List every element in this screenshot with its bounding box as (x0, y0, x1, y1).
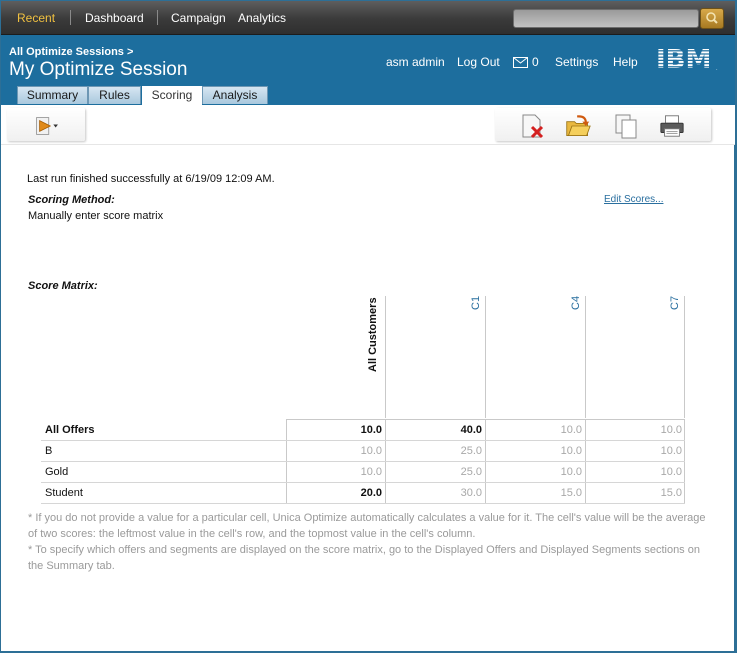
row-label-b[interactable]: B (45, 445, 52, 457)
print-icon[interactable] (659, 113, 685, 139)
nav-analytics[interactable]: Analytics (238, 11, 286, 25)
breadcrumb[interactable]: All Optimize Sessions > (9, 46, 133, 58)
row-label-all-offers[interactable]: All Offers (45, 424, 95, 436)
score-cell[interactable]: 25.0 (386, 445, 482, 457)
search-button[interactable] (700, 8, 724, 29)
score-cell[interactable]: 10.0 (586, 445, 682, 457)
settings-link[interactable]: Settings (555, 55, 598, 69)
nav-recent[interactable]: Recent (17, 11, 55, 25)
nav-separator (70, 10, 71, 25)
delete-document-icon[interactable] (519, 113, 545, 139)
score-cell[interactable]: 10.0 (286, 466, 382, 478)
run-toolbar-group (7, 108, 85, 141)
row-divider (41, 440, 685, 441)
copy-icon[interactable] (613, 113, 639, 139)
nav-dashboard[interactable]: Dashboard (85, 11, 144, 25)
session-header: All Optimize Sessions > My Optimize Sess… (1, 35, 735, 105)
footnote-displayed-items: * To specify which offers and segments a… (28, 544, 700, 572)
svg-text:IBM: IBM (656, 45, 711, 71)
scoring-content: Last run finished successfully at 6/19/0… (1, 146, 735, 651)
action-toolbar-group (495, 108, 711, 141)
tab-analysis[interactable]: Analysis (202, 86, 268, 104)
nav-campaign[interactable]: Campaign (171, 11, 226, 25)
svg-text:.: . (716, 66, 718, 71)
user-name: asm admin (386, 55, 445, 69)
search-input[interactable] (513, 9, 699, 28)
footnote-auto-calc: * If you do not provide a value for a pa… (28, 512, 706, 540)
top-navigation-bar: Recent Dashboard Campaign Analytics (1, 1, 735, 35)
open-folder-icon[interactable] (565, 113, 591, 139)
column-divider (684, 296, 685, 418)
ibm-logo: IBM . (656, 45, 718, 71)
score-matrix: All Customers C1 C4 C7 All Offers 10.0 4… (1, 146, 735, 651)
tab-rules[interactable]: Rules (88, 86, 141, 104)
column-header-all-customers: All Customers (367, 297, 379, 372)
score-cell[interactable]: 10.0 (586, 466, 682, 478)
row-label-student[interactable]: Student (45, 487, 83, 499)
column-header-c4[interactable]: C4 (570, 296, 582, 310)
score-cell[interactable]: 30.0 (386, 487, 482, 499)
row-divider (41, 482, 685, 483)
search-icon (706, 12, 718, 24)
row-divider (41, 503, 685, 504)
column-divider (585, 296, 586, 418)
toolbar (1, 105, 735, 145)
score-cell[interactable]: 15.0 (486, 487, 582, 499)
score-cell[interactable]: 25.0 (386, 466, 482, 478)
help-link[interactable]: Help (613, 55, 638, 69)
score-cell[interactable]: 10.0 (286, 424, 382, 436)
column-header-c1[interactable]: C1 (470, 296, 482, 310)
app-window: Recent Dashboard Campaign Analytics All … (0, 0, 737, 653)
score-cell[interactable]: 10.0 (486, 445, 582, 457)
score-cell[interactable]: 10.0 (586, 424, 682, 436)
run-dropdown-icon[interactable] (35, 113, 61, 139)
column-divider (485, 296, 486, 418)
score-cell[interactable]: 10.0 (286, 445, 382, 457)
nav-separator (157, 10, 158, 25)
score-cell[interactable]: 40.0 (386, 424, 482, 436)
column-divider (385, 296, 386, 418)
tab-scoring[interactable]: Scoring (142, 86, 202, 105)
logout-link[interactable]: Log Out (457, 55, 500, 69)
mail-icon[interactable] (513, 57, 528, 68)
mail-count[interactable]: 0 (532, 55, 539, 69)
score-cell[interactable]: 15.0 (586, 487, 682, 499)
tab-summary[interactable]: Summary (17, 86, 88, 104)
row-label-gold[interactable]: Gold (45, 466, 68, 478)
column-header-c7[interactable]: C7 (669, 296, 681, 310)
row-divider (41, 461, 685, 462)
score-cell[interactable]: 10.0 (486, 466, 582, 478)
score-cell[interactable]: 20.0 (286, 487, 382, 499)
page-title: My Optimize Session (9, 59, 188, 80)
score-cell[interactable]: 10.0 (486, 424, 582, 436)
